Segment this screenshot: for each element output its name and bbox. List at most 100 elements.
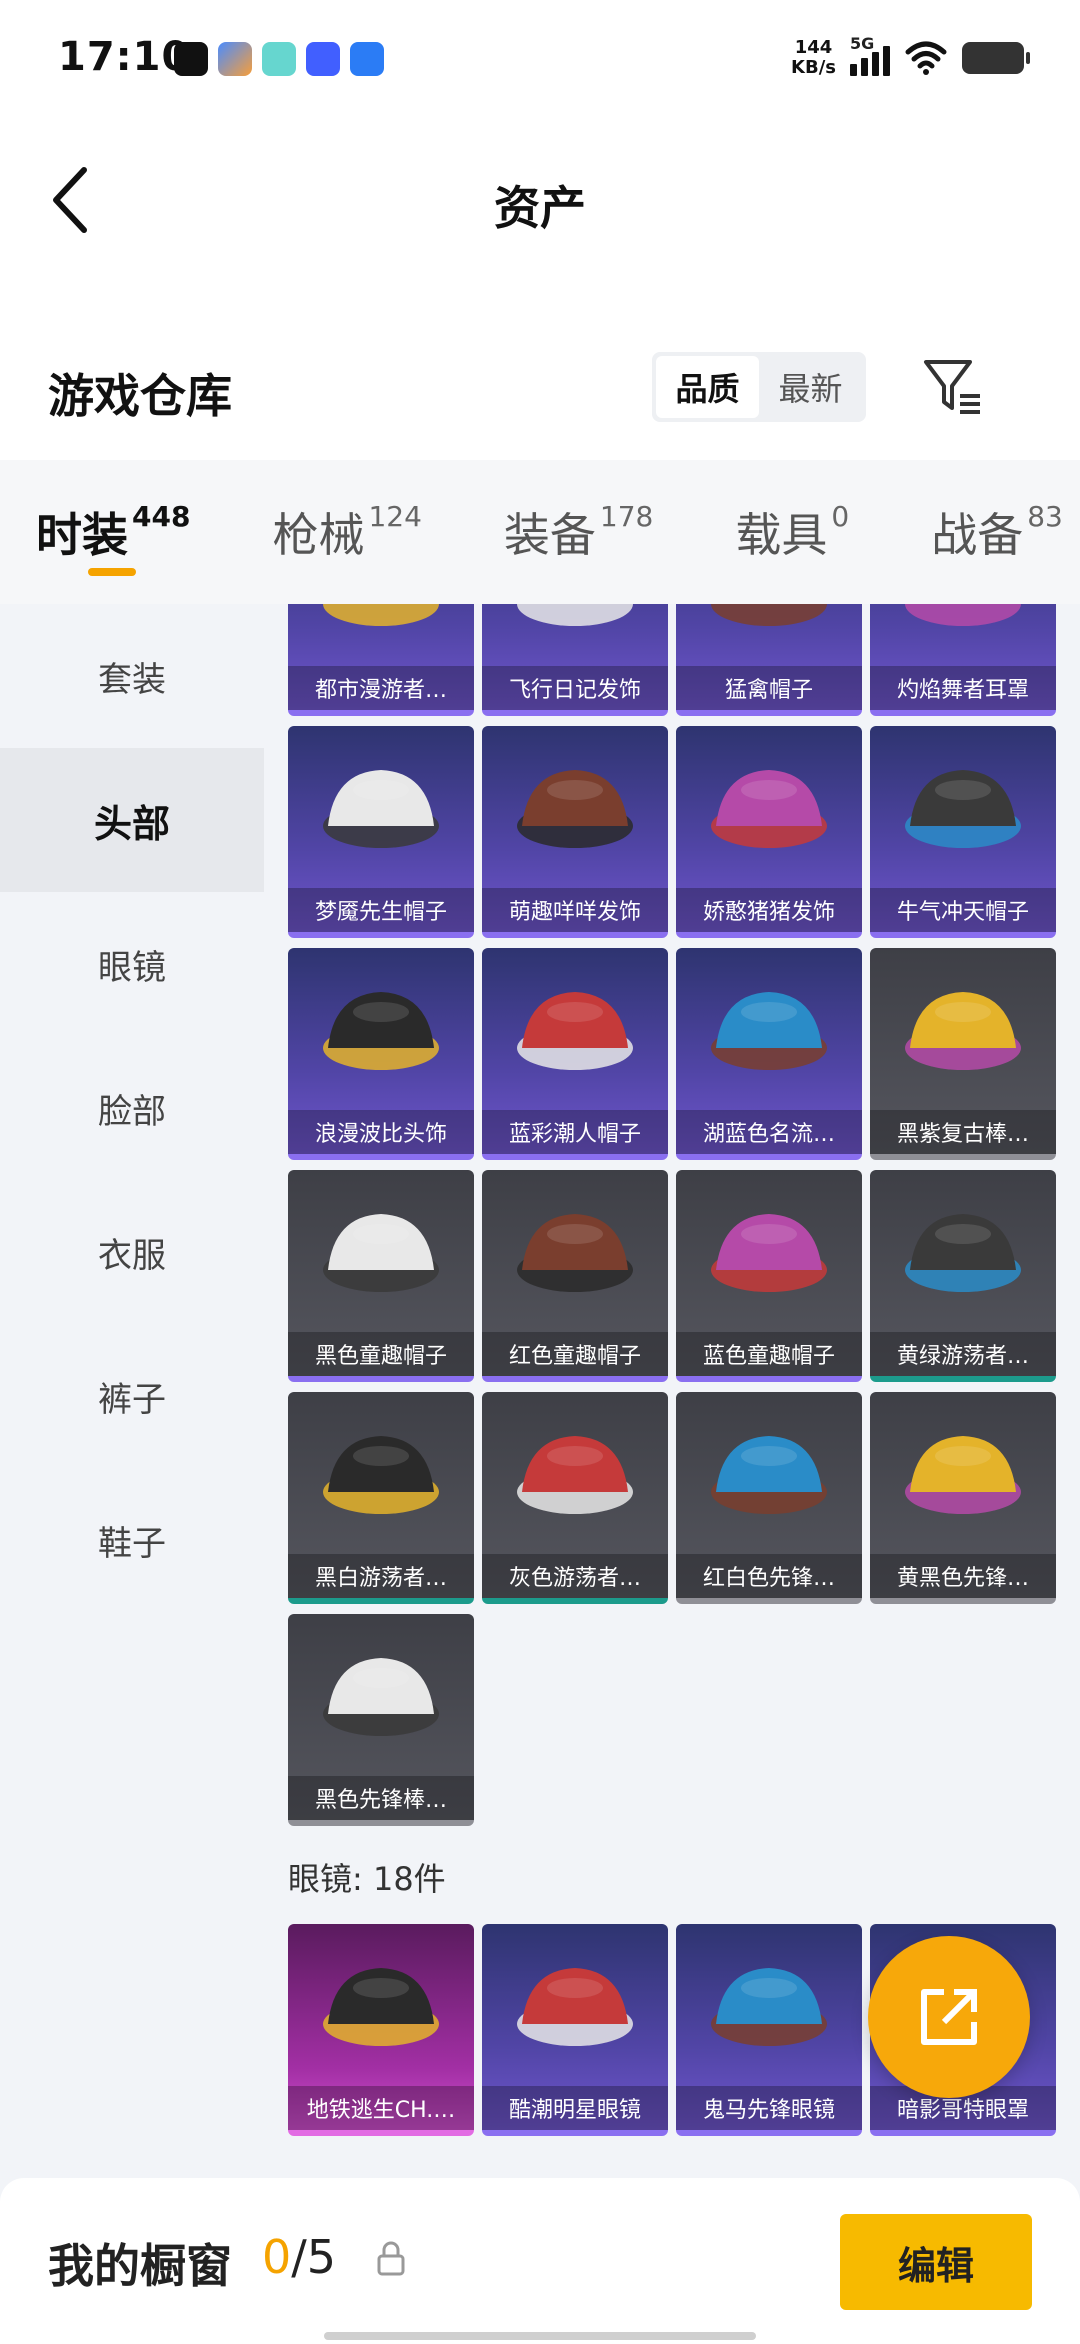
item-name: 黑紫复古棒… <box>870 1110 1056 1154</box>
item-icon <box>711 1968 827 2046</box>
tab-label: 装备 <box>503 508 596 562</box>
item-name: 猛禽帽子 <box>676 666 862 710</box>
showcase-count: 0/5 <box>262 2230 336 2284</box>
lock-icon <box>377 2241 405 2276</box>
item-icon <box>905 604 1021 626</box>
item-icon <box>517 1436 633 1514</box>
item-name: 红色童趣帽子 <box>482 1332 668 1376</box>
item-card[interactable]: 黑色童趣帽子 <box>288 1170 474 1382</box>
edit-button[interactable]: 编辑 <box>840 2214 1032 2310</box>
battery-icon <box>962 42 1030 74</box>
external-link-icon <box>921 1989 977 2045</box>
item-icon <box>323 604 439 626</box>
item-card[interactable]: 灰色游荡者… <box>482 1392 668 1604</box>
item-icon <box>905 992 1021 1070</box>
tab-label: 载具 <box>735 508 828 562</box>
item-icon <box>323 1658 439 1736</box>
item-card[interactable]: 浪漫波比头饰 <box>288 948 474 1160</box>
showcase-label: 我的橱窗 <box>48 2239 232 2293</box>
tab-guns[interactable]: 枪械 124 <box>236 460 467 604</box>
item-card[interactable]: 黄黑色先锋… <box>870 1392 1056 1604</box>
tab-equipment[interactable]: 装备 178 <box>468 460 699 604</box>
item-name: 萌趣咩咩发饰 <box>482 888 668 932</box>
share-button[interactable] <box>868 1936 1030 2098</box>
item-card[interactable]: 飞行日记发饰 <box>482 604 668 716</box>
sidebar-item-pants[interactable]: 裤子 <box>0 1324 264 1468</box>
warehouse-header: 游戏仓库 品质 最新 <box>0 280 1080 460</box>
item-card[interactable]: 湖蓝色名流… <box>676 948 862 1160</box>
item-icon <box>517 770 633 848</box>
net-speed-unit: KB/s <box>791 57 836 78</box>
item-name: 浪漫波比头饰 <box>288 1110 474 1154</box>
app-icon <box>218 42 252 76</box>
sidebar-item-glasses[interactable]: 眼镜 <box>0 892 264 1036</box>
item-name: 都市漫游者… <box>288 666 474 710</box>
item-card[interactable]: 酷潮明星眼镜 <box>482 1924 668 2136</box>
category-tabs: 时装 448 枪械 124 装备 178 载具 0 战备 83 <box>0 460 1080 604</box>
home-indicator <box>324 2332 756 2340</box>
item-card[interactable]: 蓝色童趣帽子 <box>676 1170 862 1382</box>
tiktok-icon <box>174 42 208 76</box>
filter-icon[interactable] <box>920 354 986 420</box>
item-card[interactable]: 灼焰舞者耳罩 <box>870 604 1056 716</box>
item-card[interactable]: 红白色先锋… <box>676 1392 862 1604</box>
page-title: 资产 <box>494 181 586 235</box>
sort-newest-button[interactable]: 最新 <box>759 356 862 418</box>
item-name: 酷潮明星眼镜 <box>482 2086 668 2130</box>
tab-fashion[interactable]: 时装 448 <box>0 460 236 604</box>
item-name: 梦魇先生帽子 <box>288 888 474 932</box>
status-right: 144 KB/s 5G <box>791 34 1030 78</box>
tab-supplies[interactable]: 战备 83 <box>895 460 1063 604</box>
item-icon <box>323 1968 439 2046</box>
item-name: 鬼马先锋眼镜 <box>676 2086 862 2130</box>
sidebar-item-outfit[interactable]: 套装 <box>0 604 264 748</box>
warehouse-title: 游戏仓库 <box>48 369 232 423</box>
item-icon <box>517 1968 633 2046</box>
item-card[interactable]: 黄绿游荡者… <box>870 1170 1056 1382</box>
glasses-section-header: 眼镜: 18件 <box>288 1860 446 1898</box>
tab-count: 124 <box>368 499 422 533</box>
item-icon <box>323 992 439 1070</box>
head-item-grid: 都市漫游者… 飞行日记发饰 猛禽帽子 灼焰舞者耳罩 梦魇先生帽子 萌趣咩咩发饰 … <box>288 604 1062 1826</box>
item-name: 灰色游荡者… <box>482 1554 668 1598</box>
sidebar-item-head[interactable]: 头部 <box>0 748 264 892</box>
item-icon <box>711 604 827 626</box>
sidebar-item-shoes[interactable]: 鞋子 <box>0 1468 264 1612</box>
sidebar: 套装 头部 眼镜 脸部 衣服 裤子 鞋子 <box>0 604 264 2174</box>
sidebar-item-face[interactable]: 脸部 <box>0 1036 264 1180</box>
tab-indicator <box>88 568 136 576</box>
browser-icon <box>350 42 384 76</box>
item-card[interactable]: 黑色先锋棒… <box>288 1614 474 1826</box>
sort-toggle: 品质 最新 <box>652 352 866 422</box>
item-card[interactable]: 蓝彩潮人帽子 <box>482 948 668 1160</box>
item-card[interactable]: 梦魇先生帽子 <box>288 726 474 938</box>
item-card[interactable]: 萌趣咩咩发饰 <box>482 726 668 938</box>
item-card[interactable]: 都市漫游者… <box>288 604 474 716</box>
showcase-count-current: 0 <box>262 2230 292 2284</box>
status-bar: 17:10 144 KB/s 5G <box>0 0 1080 120</box>
item-card[interactable]: 牛气冲天帽子 <box>870 726 1056 938</box>
tab-vehicles[interactable]: 载具 0 <box>699 460 895 604</box>
item-name: 黑色童趣帽子 <box>288 1332 474 1376</box>
item-card[interactable]: 黑白游荡者… <box>288 1392 474 1604</box>
net-speed: 144 KB/s <box>791 38 836 78</box>
item-icon <box>905 770 1021 848</box>
item-card[interactable]: 地铁逃生CH.… <box>288 1924 474 2136</box>
net-speed-value: 144 <box>794 37 833 58</box>
sidebar-item-clothes[interactable]: 衣服 <box>0 1180 264 1324</box>
sort-quality-button[interactable]: 品质 <box>656 356 759 418</box>
item-name: 灼焰舞者耳罩 <box>870 666 1056 710</box>
showcase-count-total: /5 <box>291 2230 337 2284</box>
item-icon <box>323 1436 439 1514</box>
item-card[interactable]: 红色童趣帽子 <box>482 1170 668 1382</box>
item-card[interactable]: 黑紫复古棒… <box>870 948 1056 1160</box>
item-card[interactable]: 娇憨猪猪发饰 <box>676 726 862 938</box>
item-name: 红白色先锋… <box>676 1554 862 1598</box>
tab-label: 时装 <box>36 508 128 562</box>
item-card[interactable]: 猛禽帽子 <box>676 604 862 716</box>
item-card[interactable]: 鬼马先锋眼镜 <box>676 1924 862 2136</box>
showcase-bar: 我的橱窗 0/5 编辑 <box>0 2178 1080 2344</box>
tab-label: 枪械 <box>272 508 365 562</box>
item-icon <box>905 1436 1021 1514</box>
tab-count: 83 <box>1027 499 1063 533</box>
